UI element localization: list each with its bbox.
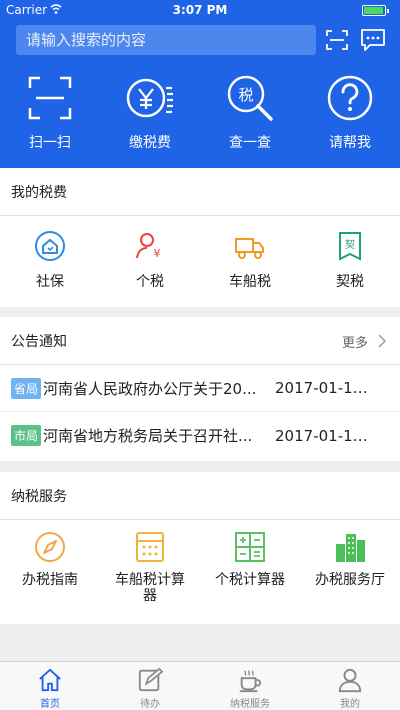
quick-pay-label: 缴税费	[129, 135, 171, 151]
tab-tax-service[interactable]: 纳税服务	[200, 662, 300, 710]
my-tax-grid: 社保 ¥ 个税 车船税 契 契税	[0, 216, 400, 306]
profile-icon	[338, 668, 362, 693]
tax-item-vehicle-tax[interactable]: 车船税	[200, 216, 300, 306]
tax-item-deed-tax[interactable]: 契 契税	[300, 216, 400, 306]
service-grid: 办税指南 车船税计算器 个税计算器 办税服务厅	[0, 520, 400, 624]
buildings-icon	[336, 534, 365, 562]
scan-icon[interactable]	[325, 28, 349, 52]
notice-title-heading: 公告通知	[11, 333, 67, 350]
tax-service-section: 纳税服务 办税指南 车船税计算器 个税计算器 办税服务厅	[0, 472, 400, 624]
notice-date: 2017-01-17...	[275, 379, 376, 397]
service-title: 纳税服务	[11, 488, 67, 505]
social-security-icon	[35, 231, 65, 261]
tab-home[interactable]: 首页	[0, 662, 100, 710]
message-icon[interactable]	[360, 28, 386, 52]
quick-help-button[interactable]: 请帮我	[300, 72, 400, 162]
notice-title: 河南省人民政府办公厅关于20...	[43, 379, 257, 398]
tax-item-label: 社保	[36, 274, 64, 290]
chevron-right-icon	[378, 334, 387, 348]
search-box[interactable]	[16, 25, 316, 55]
notice-tag: 市局	[11, 425, 42, 446]
section-title: 公告通知 更多	[0, 317, 400, 365]
coffee-icon	[239, 670, 262, 693]
personal-tax-icon: ¥	[136, 233, 161, 260]
tab-bar: 首页 待办 纳税服务 我的	[0, 661, 400, 710]
service-guide[interactable]: 办税指南	[0, 520, 100, 624]
more-link[interactable]: 更多	[342, 317, 388, 365]
svg-text:¥: ¥	[154, 247, 161, 260]
tab-mine[interactable]: 我的	[300, 662, 400, 710]
tax-item-personal-tax[interactable]: ¥ 个税	[100, 216, 200, 306]
tax-item-social-security[interactable]: 社保	[0, 216, 100, 306]
notice-row[interactable]: 市局 河南省地方税务局关于召开社... 2017-01-17...	[0, 412, 400, 459]
tab-label: 首页	[40, 699, 60, 710]
battery-icon	[362, 5, 389, 16]
notice-row[interactable]: 省局 河南省人民政府办公厅关于20... 2017-01-17...	[0, 365, 400, 412]
yen-payment-icon	[126, 78, 173, 118]
deed-tax-icon: 契	[339, 232, 361, 261]
quick-query-label: 查一查	[229, 135, 271, 151]
svg-text:税: 税	[238, 86, 253, 104]
help-icon	[327, 75, 373, 121]
compass-icon	[35, 532, 65, 562]
calc-grid-icon	[235, 532, 265, 562]
notice-section: 公告通知 更多 省局 河南省人民政府办公厅关于20... 2017-01-17.…	[0, 317, 400, 461]
search-input[interactable]	[16, 25, 316, 55]
tab-label: 待办	[140, 699, 160, 710]
tab-label: 纳税服务	[230, 699, 270, 710]
quick-actions: 扫一扫 缴税费 税 查一查 请帮我	[0, 72, 400, 162]
truck-icon	[235, 238, 264, 259]
tab-todo[interactable]: 待办	[100, 662, 200, 710]
service-vehicle-calculator[interactable]: 车船税计算器	[100, 520, 200, 624]
service-label: 办税指南	[22, 572, 78, 588]
tax-item-label: 车船税	[229, 274, 271, 290]
quick-scan-label: 扫一扫	[29, 135, 71, 151]
tax-item-label: 契税	[336, 274, 364, 290]
section-title: 我的税费	[0, 168, 400, 216]
scan-icon	[28, 76, 72, 120]
quick-help-label: 请帮我	[329, 135, 371, 151]
service-label: 车船税计算器	[115, 572, 185, 604]
service-personal-tax-calculator[interactable]: 个税计算器	[200, 520, 300, 624]
status-bar: Carrier 3:07 PM	[0, 0, 400, 20]
tab-label: 我的	[340, 699, 360, 710]
calculator-icon	[136, 532, 164, 562]
notice-date: 2017-01-17...	[275, 426, 376, 445]
more-label: 更多	[341, 335, 368, 351]
service-hall[interactable]: 办税服务厅	[300, 520, 400, 624]
notice-tag: 省局	[11, 377, 42, 399]
notice-title: 河南省地方税务局关于召开社...	[43, 427, 253, 445]
quick-pay-button[interactable]: 缴税费	[100, 72, 200, 162]
quick-scan-button[interactable]: 扫一扫	[0, 72, 100, 162]
section-title: 纳税服务	[0, 472, 400, 520]
todo-icon	[138, 667, 164, 692]
my-tax-section: 我的税费 社保 ¥ 个税 车船税 契 契税	[0, 168, 400, 307]
home-icon	[39, 668, 61, 692]
tax-item-label: 个税	[136, 274, 164, 290]
service-label: 办税服务厅	[315, 572, 385, 588]
service-label: 个税计算器	[215, 572, 285, 588]
clock: 3:07 PM	[172, 3, 228, 17]
svg-text:契: 契	[345, 238, 355, 251]
my-tax-title: 我的税费	[11, 184, 67, 201]
tax-search-icon: 税	[227, 75, 273, 121]
quick-query-button[interactable]: 税 查一查	[200, 72, 300, 162]
